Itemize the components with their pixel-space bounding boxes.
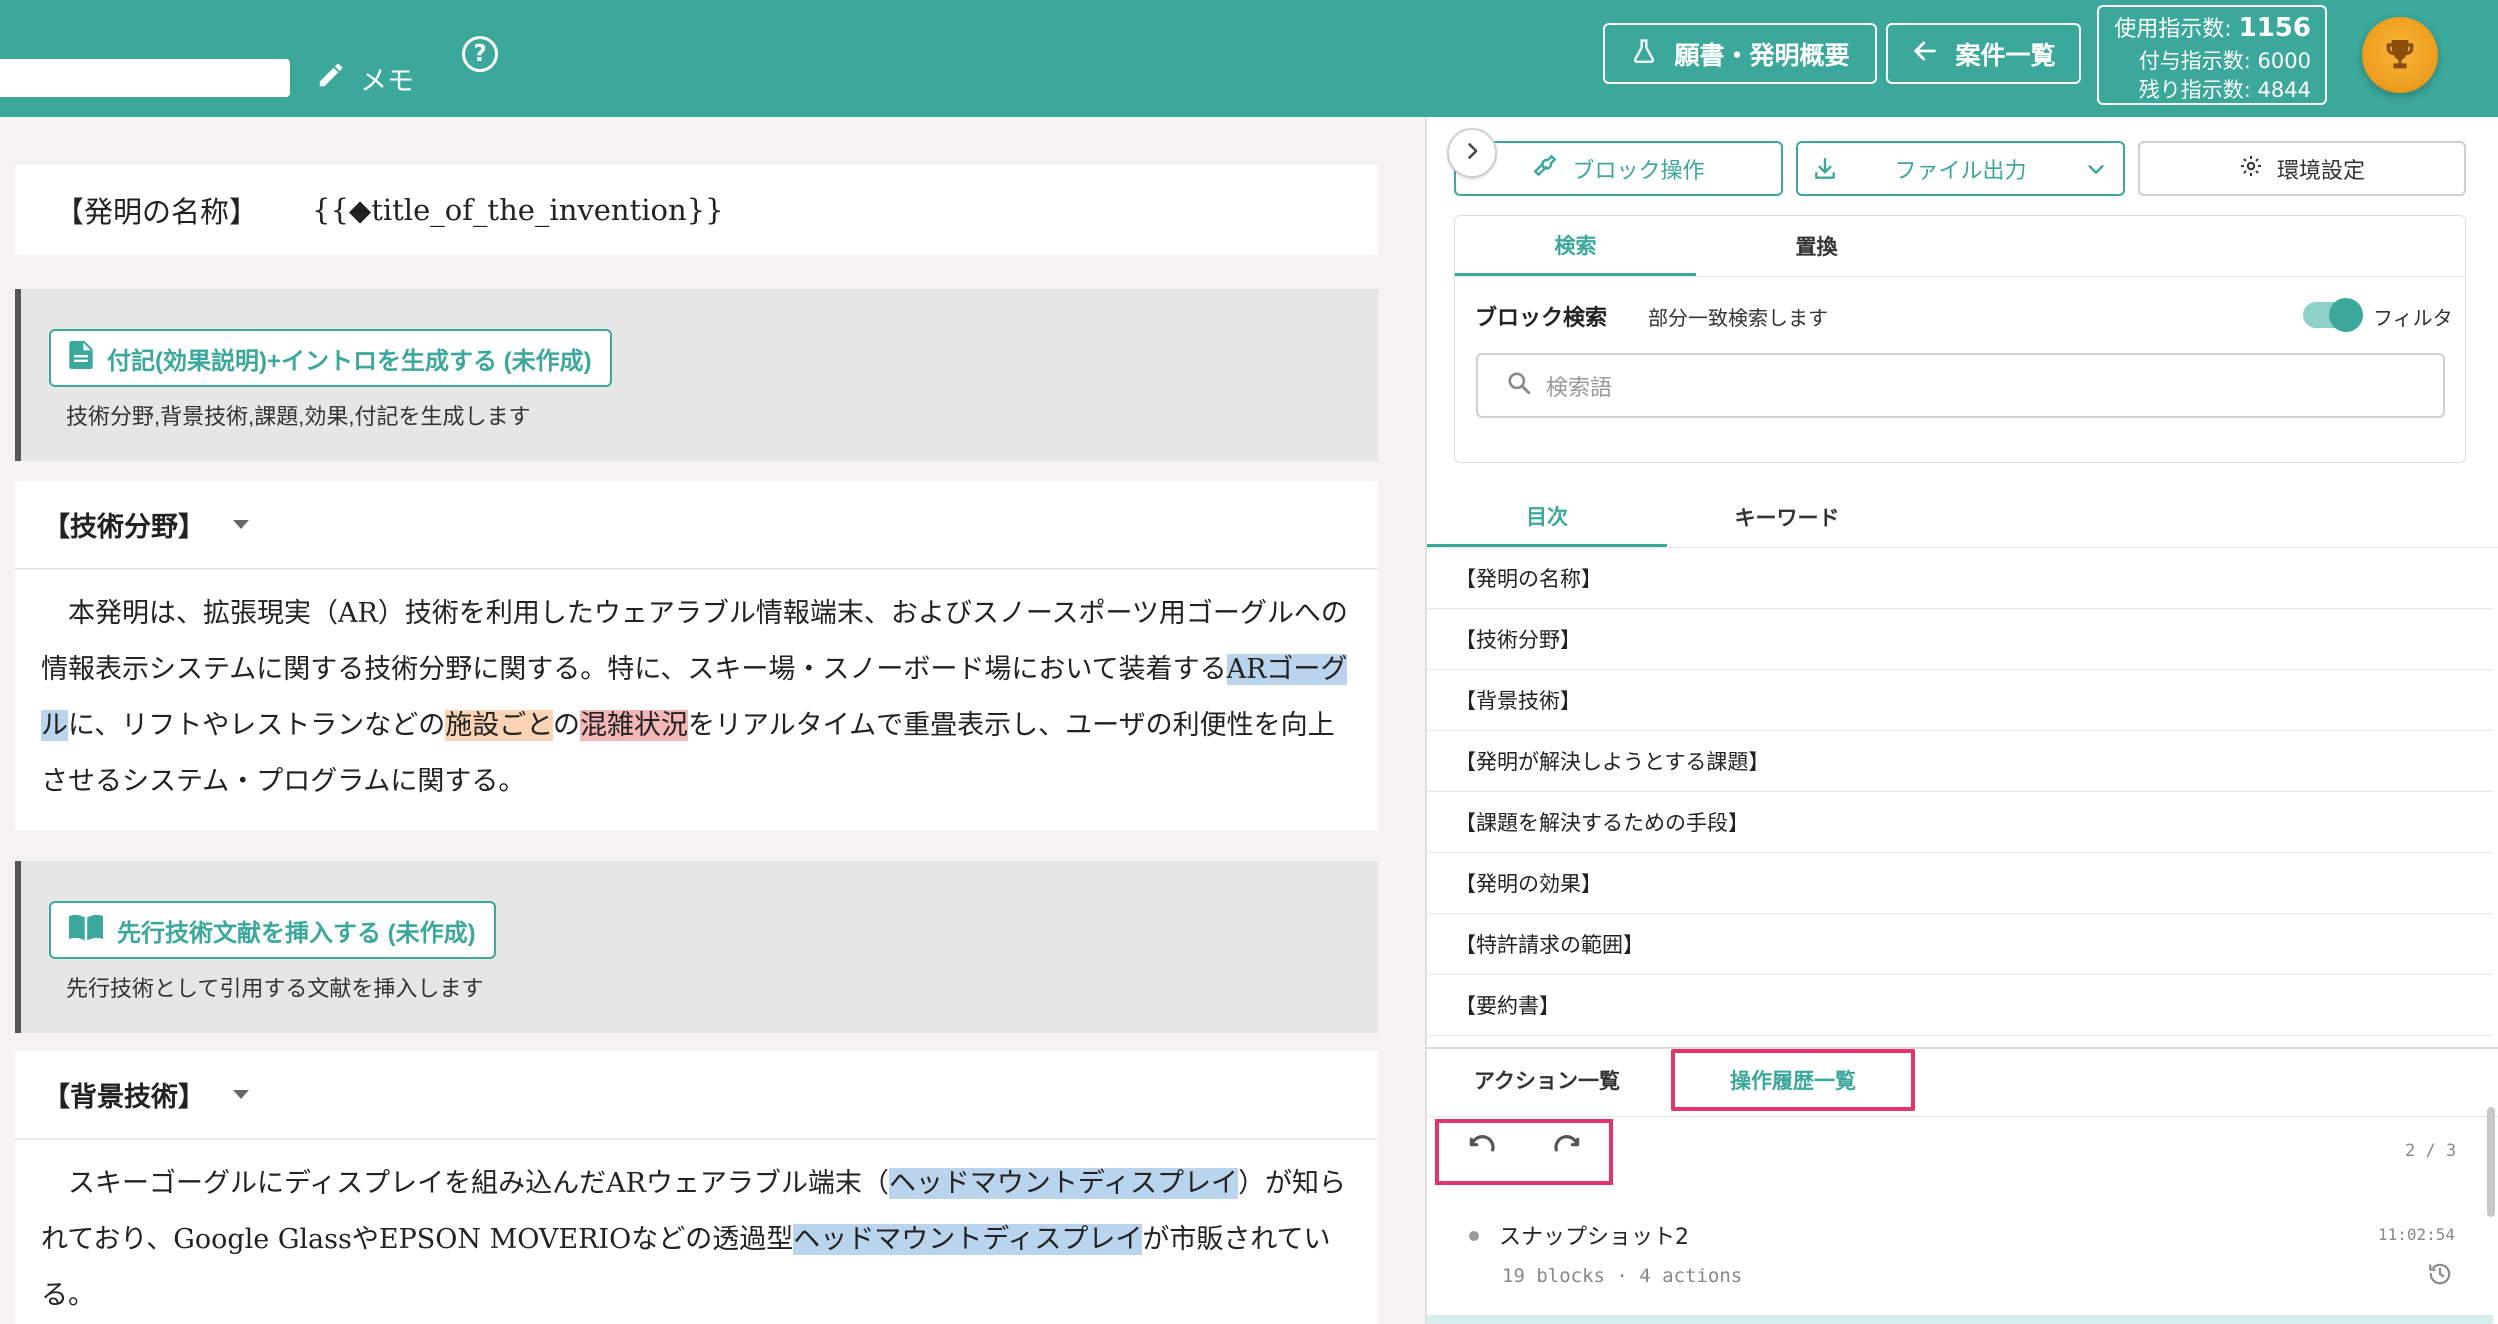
next-snapshot-edge [1427,1315,2493,1324]
search-replace-tabs: 検索 置換 [1455,216,2465,277]
prior-art-description: 先行技術として引用する文献を挿入します [66,976,484,1001]
chevron-right-icon [1462,141,1482,165]
snapshot-name: スナップショット2 [1499,1225,1689,1250]
help-icon[interactable]: ? [462,36,498,72]
arrow-left-icon [1911,37,1939,71]
toc-item[interactable]: 【背景技術】 [1427,670,2493,731]
memo-label: メモ [360,65,414,97]
toggle-knob [2329,298,2363,332]
remaining-count: 残り指示数: 4844 [2138,78,2311,102]
restore-history-icon[interactable] [2427,1261,2453,1291]
document-editor: 【発明の名称】 {{◆title_of_the_invention}} 付記(効… [0,117,1425,1324]
case-title-input[interactable] [0,59,290,97]
tab-toc[interactable]: 目次 [1427,487,1667,547]
insert-prior-art-label: 先行技術文献を挿入する (未作成) [117,919,476,947]
toc-keyword-tabs: 目次 キーワード [1427,487,2498,548]
background-paragraph[interactable]: スキーゴーグルにディスプレイを組み込んだARウェアラブル端末（ヘッドマウントディ… [15,1140,1378,1324]
undo-icon [1466,1134,1498,1170]
generate-intro-button[interactable]: 付記(効果説明)+イントロを生成する (未作成) [49,329,612,387]
search-icon [1506,370,1532,402]
tech-field-heading: 【技術分野】 [15,481,1378,569]
trophy-icon[interactable] [2362,17,2438,93]
gear-icon [2239,154,2263,184]
file-output-label: ファイル出力 [1894,158,2027,184]
caret-down-icon[interactable] [233,520,249,529]
invention-overview-button[interactable]: 願書・発明概要 [1603,23,1877,84]
toc-item[interactable]: 【発明の名称】 [1427,548,2493,609]
generate-intro-description: 技術分野,背景技術,課題,効果,付記を生成します [66,404,531,429]
block-search-description: 部分一致検索します [1648,306,1828,330]
tech-field-title: 【技術分野】 [43,512,205,543]
undo-redo-group [1435,1119,1613,1185]
toc-item[interactable]: 【特許請求の範囲】 [1427,914,2493,975]
tab-search[interactable]: 検索 [1455,216,1696,276]
insert-prior-art-button[interactable]: 先行技術文献を挿入する (未作成) [49,901,496,959]
search-input[interactable]: 検索語 [1476,353,2445,418]
highlight-keyword[interactable]: ヘッドマウントディスプレイ [888,1168,1239,1199]
highlight-keyword[interactable]: 施設ごと [445,710,553,741]
block-search-title: ブロック検索 [1475,306,1608,331]
invention-name-label: 【発明の名称】 [55,195,259,229]
settings-label: 環境設定 [2276,158,2365,184]
prior-art-block: 先行技術文献を挿入する (未作成) 先行技術として引用する文献を挿入します [15,861,1378,1033]
toc-item[interactable]: 【要約書】 [1427,975,2493,1036]
book-icon [69,913,103,948]
collapse-panel-button[interactable] [1447,128,1497,178]
search-placeholder: 検索語 [1546,375,1613,401]
search-card: 検索 置換 ブロック検索 部分一致検索します フィルタ 検索語 [1454,215,2466,463]
caret-down-icon[interactable] [233,1090,249,1099]
toc-item[interactable]: 【発明が解決しようとする課題】 [1427,731,2493,792]
history-tabs: アクション一覧 操作履歴一覧 [1427,1047,2498,1117]
block-operations-label: ブロック操作 [1572,158,1705,184]
history-page-count: 2 / 3 [2405,1141,2457,1161]
usage-value: 1156 [2238,13,2311,43]
flask-icon [1630,37,1658,71]
generate-intro-label: 付記(効果説明)+イントロを生成する (未作成) [107,347,592,375]
invention-name-block[interactable]: 【発明の名称】 {{◆title_of_the_invention}} [15,165,1378,255]
document-icon [69,340,93,376]
snapshot-time: 11:02:54 [2378,1225,2456,1244]
highlight-keyword[interactable]: 混雑状況 [579,710,688,741]
tab-action-list[interactable]: アクション一覧 [1427,1049,1667,1111]
granted-count: 付与指示数: 6000 [2138,49,2311,73]
file-output-button[interactable]: ファイル出力 [1796,141,2125,196]
tech-field-paragraph[interactable]: 本発明は、拡張現実（AR）技術を利用したウェアラブル情報端末、およびスノースポー… [15,570,1378,830]
wrench-icon [1532,153,1558,185]
case-list-button[interactable]: 案件一覧 [1886,23,2081,84]
filter-label: フィルタ [2373,306,2453,330]
pencil-icon [316,60,346,97]
toc-item[interactable]: 【発明の効果】 [1427,853,2493,914]
toc-item[interactable]: 【技術分野】 [1427,609,2493,670]
settings-button[interactable]: 環境設定 [2138,141,2466,196]
undo-button[interactable] [1459,1129,1505,1175]
block-operations-button[interactable]: ブロック操作 [1454,141,1783,196]
history-scrollbar[interactable] [2487,1107,2495,1217]
memo-button[interactable]: メモ [316,56,414,100]
redo-icon [1551,1134,1583,1170]
background-title: 【背景技術】 [43,1082,205,1113]
generate-intro-block: 付記(効果説明)+イントロを生成する (未作成) 技術分野,背景技術,課題,効果… [15,289,1378,461]
snapshot-meta: 19 blocks · 4 actions [1502,1265,1743,1287]
overview-label: 願書・発明概要 [1674,40,1850,70]
usage-counter: 使用指示数: 1156 付与指示数: 6000 残り指示数: 4844 [2097,5,2327,105]
snapshot-dot [1469,1231,1479,1241]
side-panel: ブロック操作 ファイル出力 環境設定 検索 置換 ブロック検索 部分一致検索しま… [1425,117,2498,1324]
tab-keywords[interactable]: キーワード [1667,487,1907,547]
tab-operation-history[interactable]: 操作履歴一覧 [1671,1049,1915,1111]
highlight-keyword[interactable]: ヘッドマウントディスプレイ [793,1224,1143,1255]
background-heading: 【背景技術】 [15,1051,1378,1139]
invention-name-value: {{◆title_of_the_invention}} [312,193,724,227]
usage-line: 使用指示数: 1156 [2114,13,2311,43]
tab-replace[interactable]: 置換 [1696,216,1937,276]
chevron-down-icon [2085,158,2107,186]
toc-list: 【発明の名称】 【技術分野】 【背景技術】 【発明が解決しようとする課題】 【課… [1427,548,2493,1036]
snapshot-item[interactable]: スナップショット2 11:02:54 19 blocks · 4 actions [1427,1203,2493,1324]
filter-toggle[interactable] [2303,298,2363,332]
toc-item[interactable]: 【課題を解決するための手段】 [1427,792,2493,853]
top-bar: メモ ? 願書・発明概要 案件一覧 使用指示数: 1156 付与指示数: 600… [0,0,2498,117]
redo-button[interactable] [1544,1129,1590,1175]
case-list-label: 案件一覧 [1955,40,2056,70]
download-icon [1812,156,1838,188]
